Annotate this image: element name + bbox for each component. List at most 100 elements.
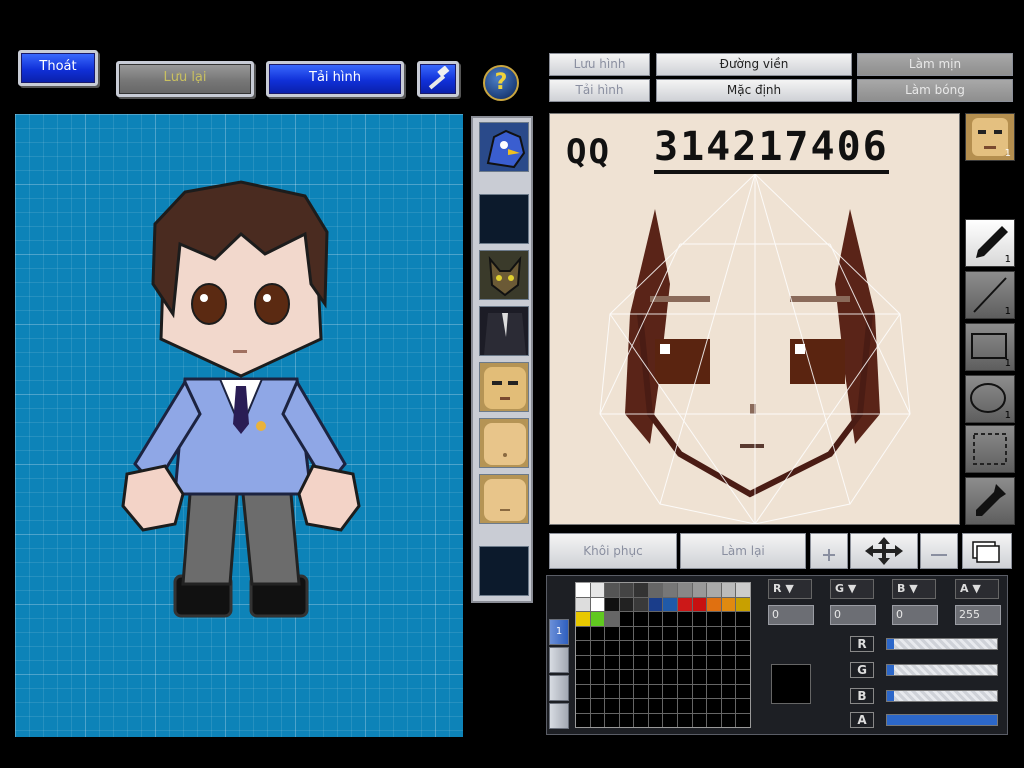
palette-swatch[interactable] — [619, 597, 634, 611]
palette-swatch[interactable] — [707, 641, 721, 655]
palette-swatch[interactable] — [634, 597, 648, 611]
palette-swatch[interactable] — [721, 641, 736, 655]
layer-tab-2[interactable] — [549, 647, 569, 673]
line-tool[interactable]: 1 — [965, 271, 1015, 319]
palette-swatch[interactable] — [707, 597, 721, 611]
palette-swatch[interactable] — [648, 713, 663, 727]
palette-swatch[interactable] — [590, 612, 605, 626]
palette-swatch[interactable] — [692, 641, 707, 655]
palette-swatch[interactable] — [590, 597, 605, 611]
texture-thumb-empty-1[interactable] — [479, 194, 529, 244]
zoom-out-button[interactable] — [920, 533, 958, 569]
palette-swatch[interactable] — [678, 583, 692, 597]
palette-swatch[interactable] — [590, 583, 605, 597]
texture-thumb-face-blank[interactable] — [479, 418, 529, 468]
palette-swatch[interactable] — [605, 684, 619, 698]
palette-swatch[interactable] — [576, 612, 590, 626]
palette-swatch[interactable] — [590, 699, 605, 713]
palette-swatch[interactable] — [634, 684, 648, 698]
palette-swatch[interactable] — [576, 684, 590, 698]
palette-swatch[interactable] — [648, 583, 663, 597]
palette-swatch[interactable] — [590, 713, 605, 727]
palette-swatch[interactable] — [692, 670, 707, 684]
palette-swatch[interactable] — [576, 626, 590, 640]
palette-swatch[interactable] — [707, 699, 721, 713]
palette-swatch[interactable] — [619, 713, 634, 727]
default-button[interactable]: Mặc định — [656, 79, 852, 102]
palette-swatch[interactable] — [736, 612, 750, 626]
palette-swatch[interactable] — [692, 713, 707, 727]
palette-swatch[interactable] — [736, 583, 750, 597]
palette-swatch[interactable] — [721, 713, 736, 727]
save-image-button[interactable]: Lưu hình — [549, 53, 650, 76]
palette-swatch[interactable] — [619, 641, 634, 655]
ellipse-tool[interactable]: 1 — [965, 375, 1015, 423]
palette-swatch[interactable] — [576, 583, 590, 597]
palette-swatch[interactable] — [605, 626, 619, 640]
save-button[interactable]: Lưu lại — [116, 61, 254, 97]
palette-swatch[interactable] — [721, 597, 736, 611]
restore-button[interactable]: Khôi phục — [549, 533, 677, 569]
palette-swatch[interactable] — [605, 641, 619, 655]
palette-swatch[interactable] — [736, 655, 750, 669]
palette-swatch[interactable] — [692, 699, 707, 713]
palette-swatch[interactable] — [648, 597, 663, 611]
palette-swatch[interactable] — [576, 597, 590, 611]
palette-swatch[interactable] — [605, 670, 619, 684]
palette-swatch[interactable] — [721, 684, 736, 698]
palette-swatch[interactable] — [590, 684, 605, 698]
palette-swatch[interactable] — [707, 583, 721, 597]
palette-swatch[interactable] — [707, 612, 721, 626]
palette-swatch[interactable] — [721, 626, 736, 640]
texture-thumb-face-angry[interactable] — [479, 362, 529, 412]
texture-editor-canvas[interactable]: QQ 314217406 — [549, 113, 960, 525]
palette-swatch[interactable] — [605, 597, 619, 611]
palette-swatch[interactable] — [590, 655, 605, 669]
palette-swatch[interactable] — [692, 626, 707, 640]
texture-thumb-face-plain[interactable] — [479, 474, 529, 524]
alpha-value-field[interactable]: 255 — [955, 605, 1001, 625]
blue-value-field[interactable]: 0 — [892, 605, 938, 625]
palette-swatch[interactable] — [605, 699, 619, 713]
palette-swatch[interactable] — [634, 670, 648, 684]
palette-swatch[interactable] — [619, 626, 634, 640]
shade-button[interactable]: Làm bóng — [857, 79, 1013, 102]
palette-swatch[interactable] — [576, 713, 590, 727]
palette-swatch[interactable] — [707, 670, 721, 684]
alpha-channel-header[interactable]: A ▼ — [955, 579, 999, 599]
pen-tool[interactable]: 1 — [965, 219, 1015, 267]
palette-swatch[interactable] — [576, 670, 590, 684]
green-slider[interactable] — [886, 664, 998, 676]
palette-swatch[interactable] — [619, 655, 634, 669]
texture-thumb-creature[interactable] — [479, 250, 529, 300]
layer-tab-active[interactable]: 1 — [549, 619, 569, 645]
alpha-slider[interactable] — [886, 714, 998, 726]
select-tool[interactable] — [965, 425, 1015, 473]
palette-swatch[interactable] — [707, 684, 721, 698]
palette-swatch[interactable] — [678, 626, 692, 640]
blue-slider[interactable] — [886, 690, 998, 702]
palette-swatch[interactable] — [663, 670, 678, 684]
eyedropper-tool[interactable] — [965, 477, 1015, 525]
palette-swatch[interactable] — [721, 655, 736, 669]
zoom-in-button[interactable] — [810, 533, 848, 569]
layers-button[interactable] — [962, 533, 1012, 569]
palette-swatch[interactable] — [678, 641, 692, 655]
palette-swatch[interactable] — [663, 597, 678, 611]
palette-swatch[interactable] — [678, 713, 692, 727]
palette-swatch[interactable] — [634, 626, 648, 640]
palette-swatch[interactable] — [678, 699, 692, 713]
red-value-field[interactable]: 0 — [768, 605, 814, 625]
palette-swatch[interactable] — [736, 641, 750, 655]
palette-swatch[interactable] — [648, 641, 663, 655]
palette-swatch[interactable] — [634, 583, 648, 597]
palette-swatch[interactable] — [721, 583, 736, 597]
outline-button[interactable]: Đường viền — [656, 53, 852, 76]
palette-swatch[interactable] — [736, 670, 750, 684]
palette-swatch[interactable] — [619, 684, 634, 698]
palette-swatch[interactable] — [736, 684, 750, 698]
blue-channel-header[interactable]: B ▼ — [892, 579, 936, 599]
smooth-button[interactable]: Làm mịn — [857, 53, 1013, 76]
red-slider[interactable] — [886, 638, 998, 650]
palette-swatch[interactable] — [576, 641, 590, 655]
